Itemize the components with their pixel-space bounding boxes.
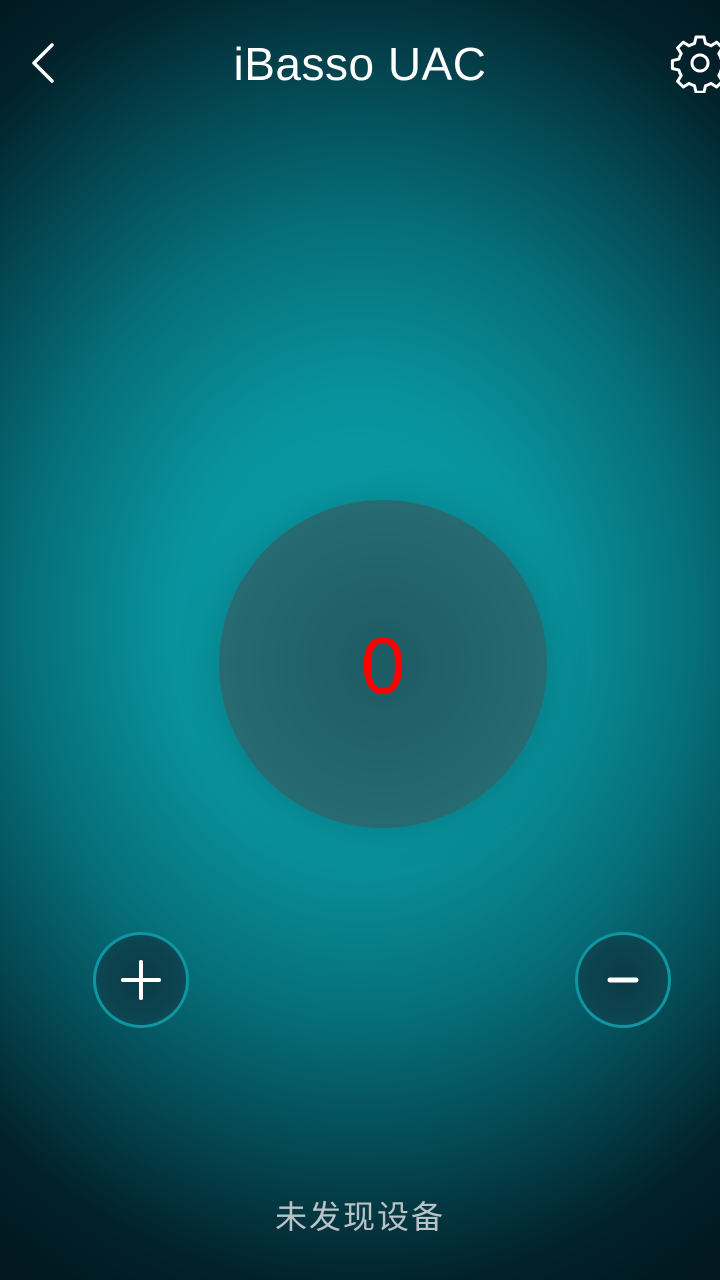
volume-down-button[interactable] bbox=[575, 932, 671, 1028]
gear-icon bbox=[670, 35, 720, 93]
app-screen: iBasso UAC 0 未发现设备 bbox=[0, 0, 720, 1280]
settings-button[interactable] bbox=[670, 30, 720, 96]
volume-value: 0 bbox=[360, 621, 406, 710]
volume-up-button[interactable] bbox=[93, 932, 189, 1028]
device-status-text: 未发现设备 bbox=[274, 1198, 445, 1236]
minus-icon bbox=[607, 977, 639, 983]
volume-knob[interactable]: 0 bbox=[219, 500, 547, 828]
page-title: iBasso UAC bbox=[233, 38, 487, 90]
top-bar: iBasso UAC bbox=[0, 0, 720, 128]
plus-icon bbox=[121, 960, 161, 1000]
